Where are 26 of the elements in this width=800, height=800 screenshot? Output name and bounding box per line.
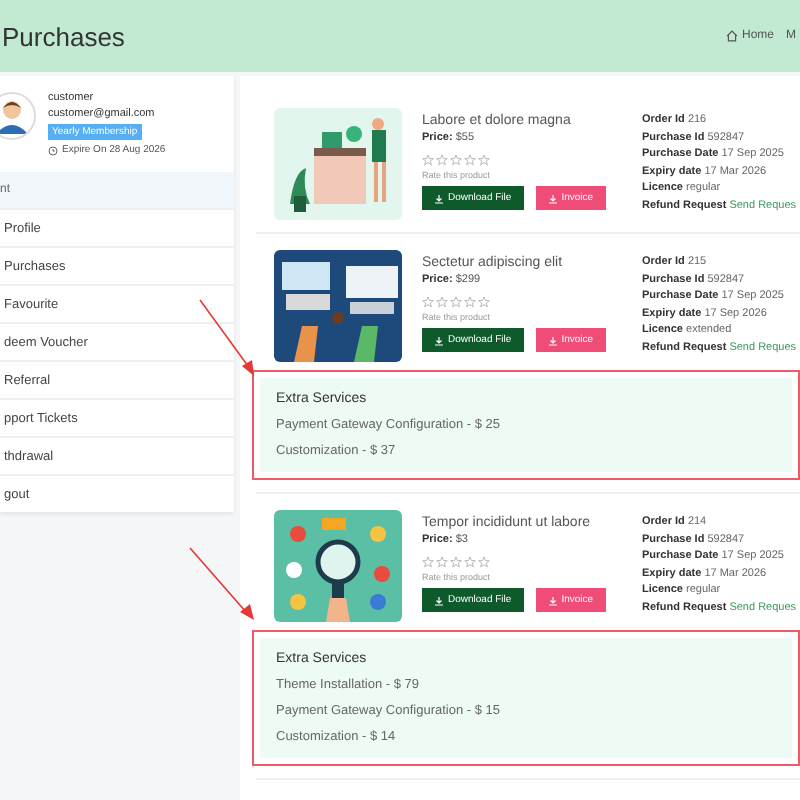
download-icon: [547, 595, 558, 605]
download-icon: [547, 335, 558, 345]
page-title: Purchases: [2, 21, 125, 51]
star-icon[interactable]: [464, 154, 476, 166]
star-icon[interactable]: [422, 154, 434, 166]
star-icon[interactable]: [478, 154, 490, 166]
star-icon[interactable]: [478, 556, 490, 568]
star-icon[interactable]: [436, 556, 448, 568]
download-icon: [547, 193, 558, 203]
star-icon[interactable]: [464, 556, 476, 568]
clock-icon: [48, 145, 58, 155]
star-icon[interactable]: [422, 556, 434, 568]
annotation-arrow: [199, 299, 254, 376]
star-icon[interactable]: [464, 296, 476, 308]
download-icon: [434, 335, 444, 345]
star-icon[interactable]: [450, 154, 462, 166]
star-icon[interactable]: [422, 296, 434, 308]
star-icon[interactable]: [436, 154, 448, 166]
star-icon[interactable]: [478, 296, 490, 308]
star-icon[interactable]: [450, 556, 462, 568]
star-icon[interactable]: [450, 296, 462, 308]
annotation-arrow: [189, 547, 254, 620]
download-icon: [434, 595, 444, 605]
star-icon[interactable]: [436, 296, 448, 308]
download-icon: [434, 193, 444, 203]
home-icon: [725, 30, 738, 42]
